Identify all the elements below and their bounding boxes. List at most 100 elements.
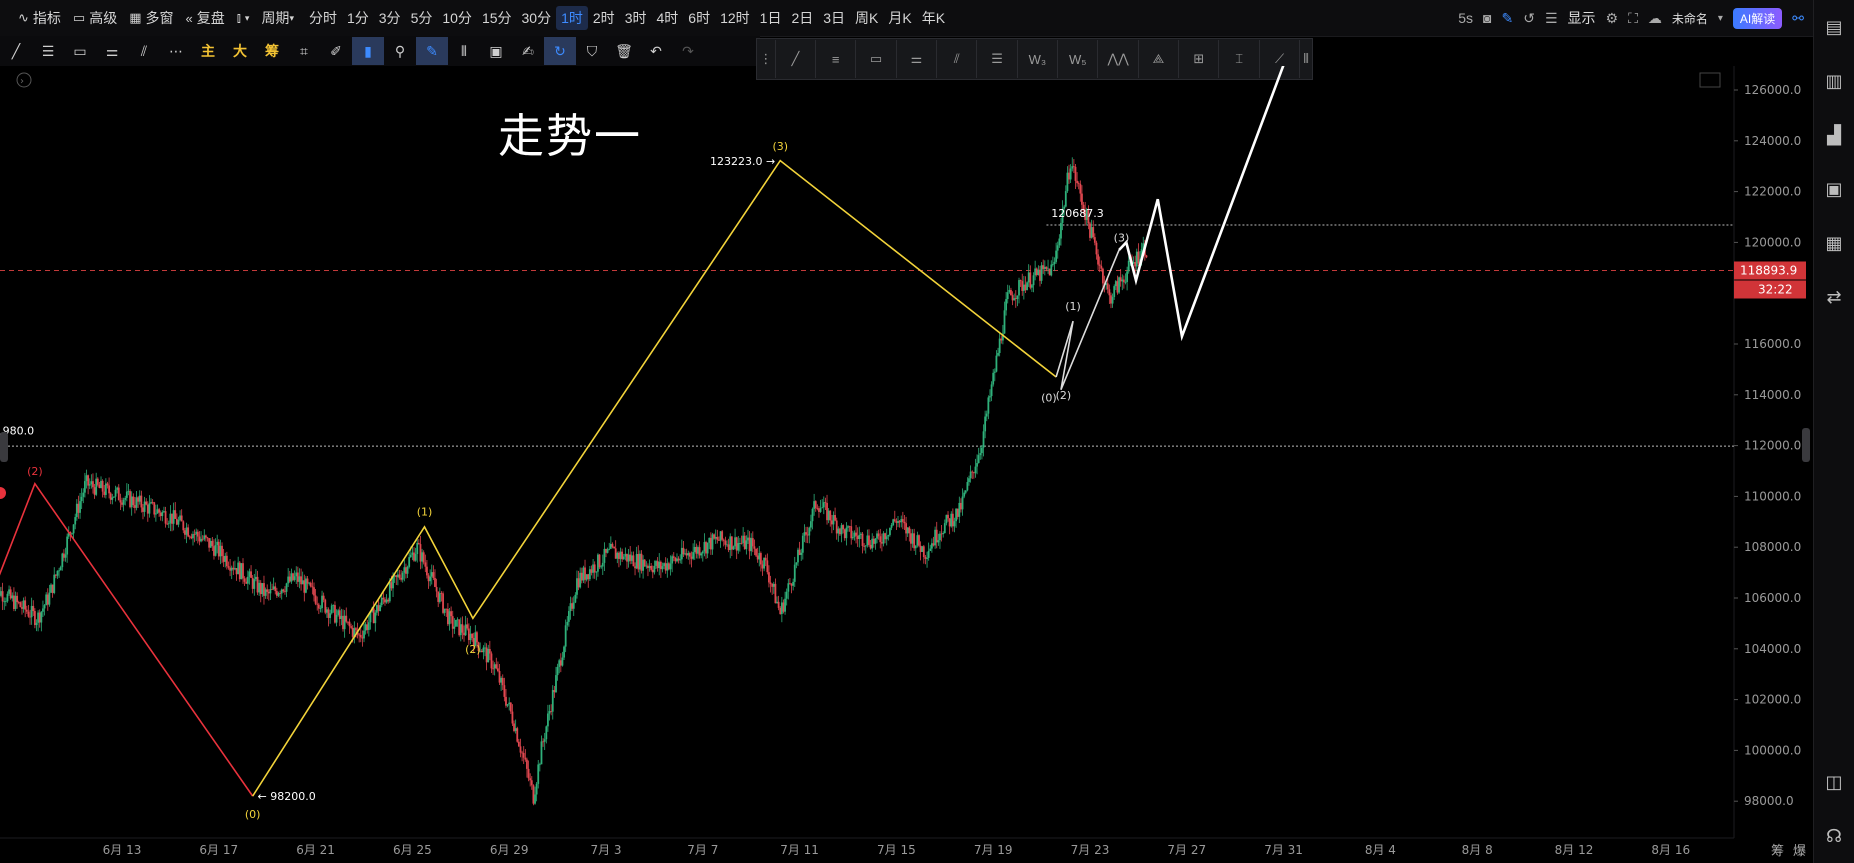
fullscreen-icon[interactable]: ⛶ — [1628, 10, 1638, 27]
layout-panel-icon[interactable]: ◫ — [1814, 755, 1854, 809]
candle-body — [293, 576, 296, 580]
multiwindow-button[interactable]: ▦ 多窗 — [123, 5, 179, 31]
candle-body — [296, 572, 299, 582]
timeframe-10[interactable]: 4时 — [651, 6, 683, 30]
timeframe-13[interactable]: 1日 — [755, 6, 787, 30]
candle-body — [35, 622, 38, 626]
display-button[interactable]: 显示 — [1568, 8, 1596, 28]
big-order-button[interactable]: 大 — [224, 37, 256, 65]
crop-icon[interactable]: ⌗ — [288, 37, 320, 65]
price-chart[interactable]: (2)(1)(2)(3)(0)(1)(0)(2)(3) 123223.0 →← … — [0, 66, 1814, 863]
period-button[interactable]: 周期 ▾ — [255, 5, 300, 31]
candle-body — [748, 537, 751, 552]
brush-icon[interactable]: ✐ — [320, 37, 352, 65]
draw-mode-icon[interactable]: ✎ — [416, 37, 448, 65]
timeframe-9[interactable]: 3时 — [620, 6, 652, 30]
camera-icon[interactable]: ◙ — [1483, 10, 1491, 26]
list-icon[interactable]: ☰ — [1545, 10, 1558, 27]
candle-body — [24, 600, 27, 610]
candle-type-button[interactable]: ⫾ ▾ — [231, 5, 256, 31]
timeframe-15[interactable]: 3日 — [818, 6, 850, 30]
trash-icon[interactable]: 🗑 — [608, 37, 640, 65]
timeframe-5[interactable]: 15分 — [477, 6, 517, 30]
support-icon[interactable]: ☊ — [1814, 809, 1854, 863]
edit-note-icon[interactable]: ✍ — [512, 37, 544, 65]
filter-icon[interactable]: ⛉ — [576, 37, 608, 65]
candle-body — [784, 598, 786, 612]
timeframe-18[interactable]: 年K — [917, 6, 950, 30]
candle-body — [222, 556, 225, 562]
timeframe-11[interactable]: 6时 — [683, 6, 715, 30]
clipboard-icon[interactable]: ▣ — [480, 37, 512, 65]
y-tick-label: 116000.0 — [1744, 337, 1801, 351]
layout-name-dropdown[interactable]: 未命名 — [1672, 10, 1708, 27]
candle-body — [556, 666, 559, 676]
chip-button[interactable]: 筹 — [256, 37, 288, 65]
candle-body — [380, 597, 383, 606]
candle-body — [1126, 271, 1129, 282]
cloud-icon[interactable]: ☁ — [1648, 10, 1662, 27]
more-tools-icon[interactable]: ⋯ — [160, 37, 192, 65]
candle-body — [927, 550, 930, 558]
candle-body — [571, 603, 574, 609]
refresh-interval-label[interactable]: 5s — [1458, 10, 1473, 26]
timeframe-6[interactable]: 30分 — [517, 6, 557, 30]
main-indicator-button[interactable]: 主 — [192, 37, 224, 65]
ruler-icon[interactable]: ⚲ — [384, 37, 416, 65]
chevron-down-icon[interactable]: ▾ — [1718, 13, 1723, 24]
timeframe-4[interactable]: 10分 — [437, 6, 477, 30]
timeframe-1[interactable]: 1分 — [342, 6, 374, 30]
candle-body — [900, 519, 903, 523]
ai-interpret-button[interactable]: AI解读 — [1732, 7, 1783, 29]
undo-icon[interactable]: ↶ — [640, 37, 672, 65]
replay-button-icon[interactable]: ↺ — [1523, 10, 1535, 27]
candle-body — [330, 605, 333, 614]
timeframe-8[interactable]: 2时 — [588, 6, 620, 30]
share-icon[interactable]: ⚯ — [1792, 10, 1804, 27]
timeframe-14[interactable]: 2日 — [786, 6, 818, 30]
timeframe-2[interactable]: 3分 — [374, 6, 406, 30]
timeframe-3[interactable]: 5分 — [406, 6, 438, 30]
notes-icon[interactable]: ▥ — [1814, 54, 1854, 108]
orders-icon[interactable]: ▤ — [1814, 0, 1854, 54]
timeframe-12[interactable]: 12时 — [715, 6, 755, 30]
candle-body — [513, 723, 515, 732]
candle-body — [621, 551, 624, 560]
settings-icon[interactable]: ⚙ — [1606, 10, 1619, 27]
candle-body — [6, 593, 9, 602]
advanced-button[interactable]: ▭ 高级 — [67, 5, 123, 31]
bookmark-icon[interactable]: ▮ — [352, 37, 384, 65]
hline-tool-icon[interactable]: ☰ — [32, 37, 64, 65]
timeframe-0[interactable]: 分时 — [304, 6, 342, 30]
candle-body — [1127, 260, 1130, 272]
timeframe-17[interactable]: 月K — [883, 6, 916, 30]
redo-icon[interactable]: ↷ — [672, 37, 704, 65]
swap-icon[interactable]: ⇄ — [1814, 270, 1854, 324]
monitor-icon[interactable]: ▣ — [1814, 162, 1854, 216]
channel-tool-icon[interactable]: ⚌ — [96, 37, 128, 65]
replay-button[interactable]: «复盘 — [180, 5, 231, 31]
candle-body — [1069, 168, 1072, 180]
fib-tool-icon[interactable]: ⫽ — [128, 37, 160, 65]
candle-body — [897, 521, 899, 523]
y-tick-label: 126000.0 — [1744, 83, 1801, 97]
stats-icon[interactable]: ▟ — [1814, 108, 1854, 162]
candle-body — [688, 553, 691, 557]
timeframe-7[interactable]: 1时 — [556, 6, 588, 30]
indicator-button[interactable]: ∿ 指标 — [12, 5, 67, 31]
candle-body — [429, 576, 432, 582]
candle-body — [566, 621, 569, 626]
candle-body — [164, 511, 167, 524]
wallet-icon[interactable]: ▦ — [1814, 216, 1854, 270]
timeframe-16[interactable]: 周K — [850, 6, 883, 30]
rect-tool-icon[interactable]: ▭ — [64, 37, 96, 65]
candle-compare-icon[interactable]: ⫴ — [448, 37, 480, 65]
line-tool-icon[interactable]: ╱ — [0, 37, 32, 65]
candle-body — [772, 583, 775, 587]
candle-body — [910, 533, 912, 544]
magnet-icon[interactable]: ↻ — [544, 37, 576, 65]
candle-body — [500, 677, 503, 683]
top-left-group: ∿ 指标 ▭ 高级 ▦ 多窗 «复盘 ⫾ ▾ 周期 ▾ — [0, 5, 300, 31]
candle-body — [608, 548, 611, 550]
pen-icon[interactable]: ✎ — [1501, 10, 1513, 27]
